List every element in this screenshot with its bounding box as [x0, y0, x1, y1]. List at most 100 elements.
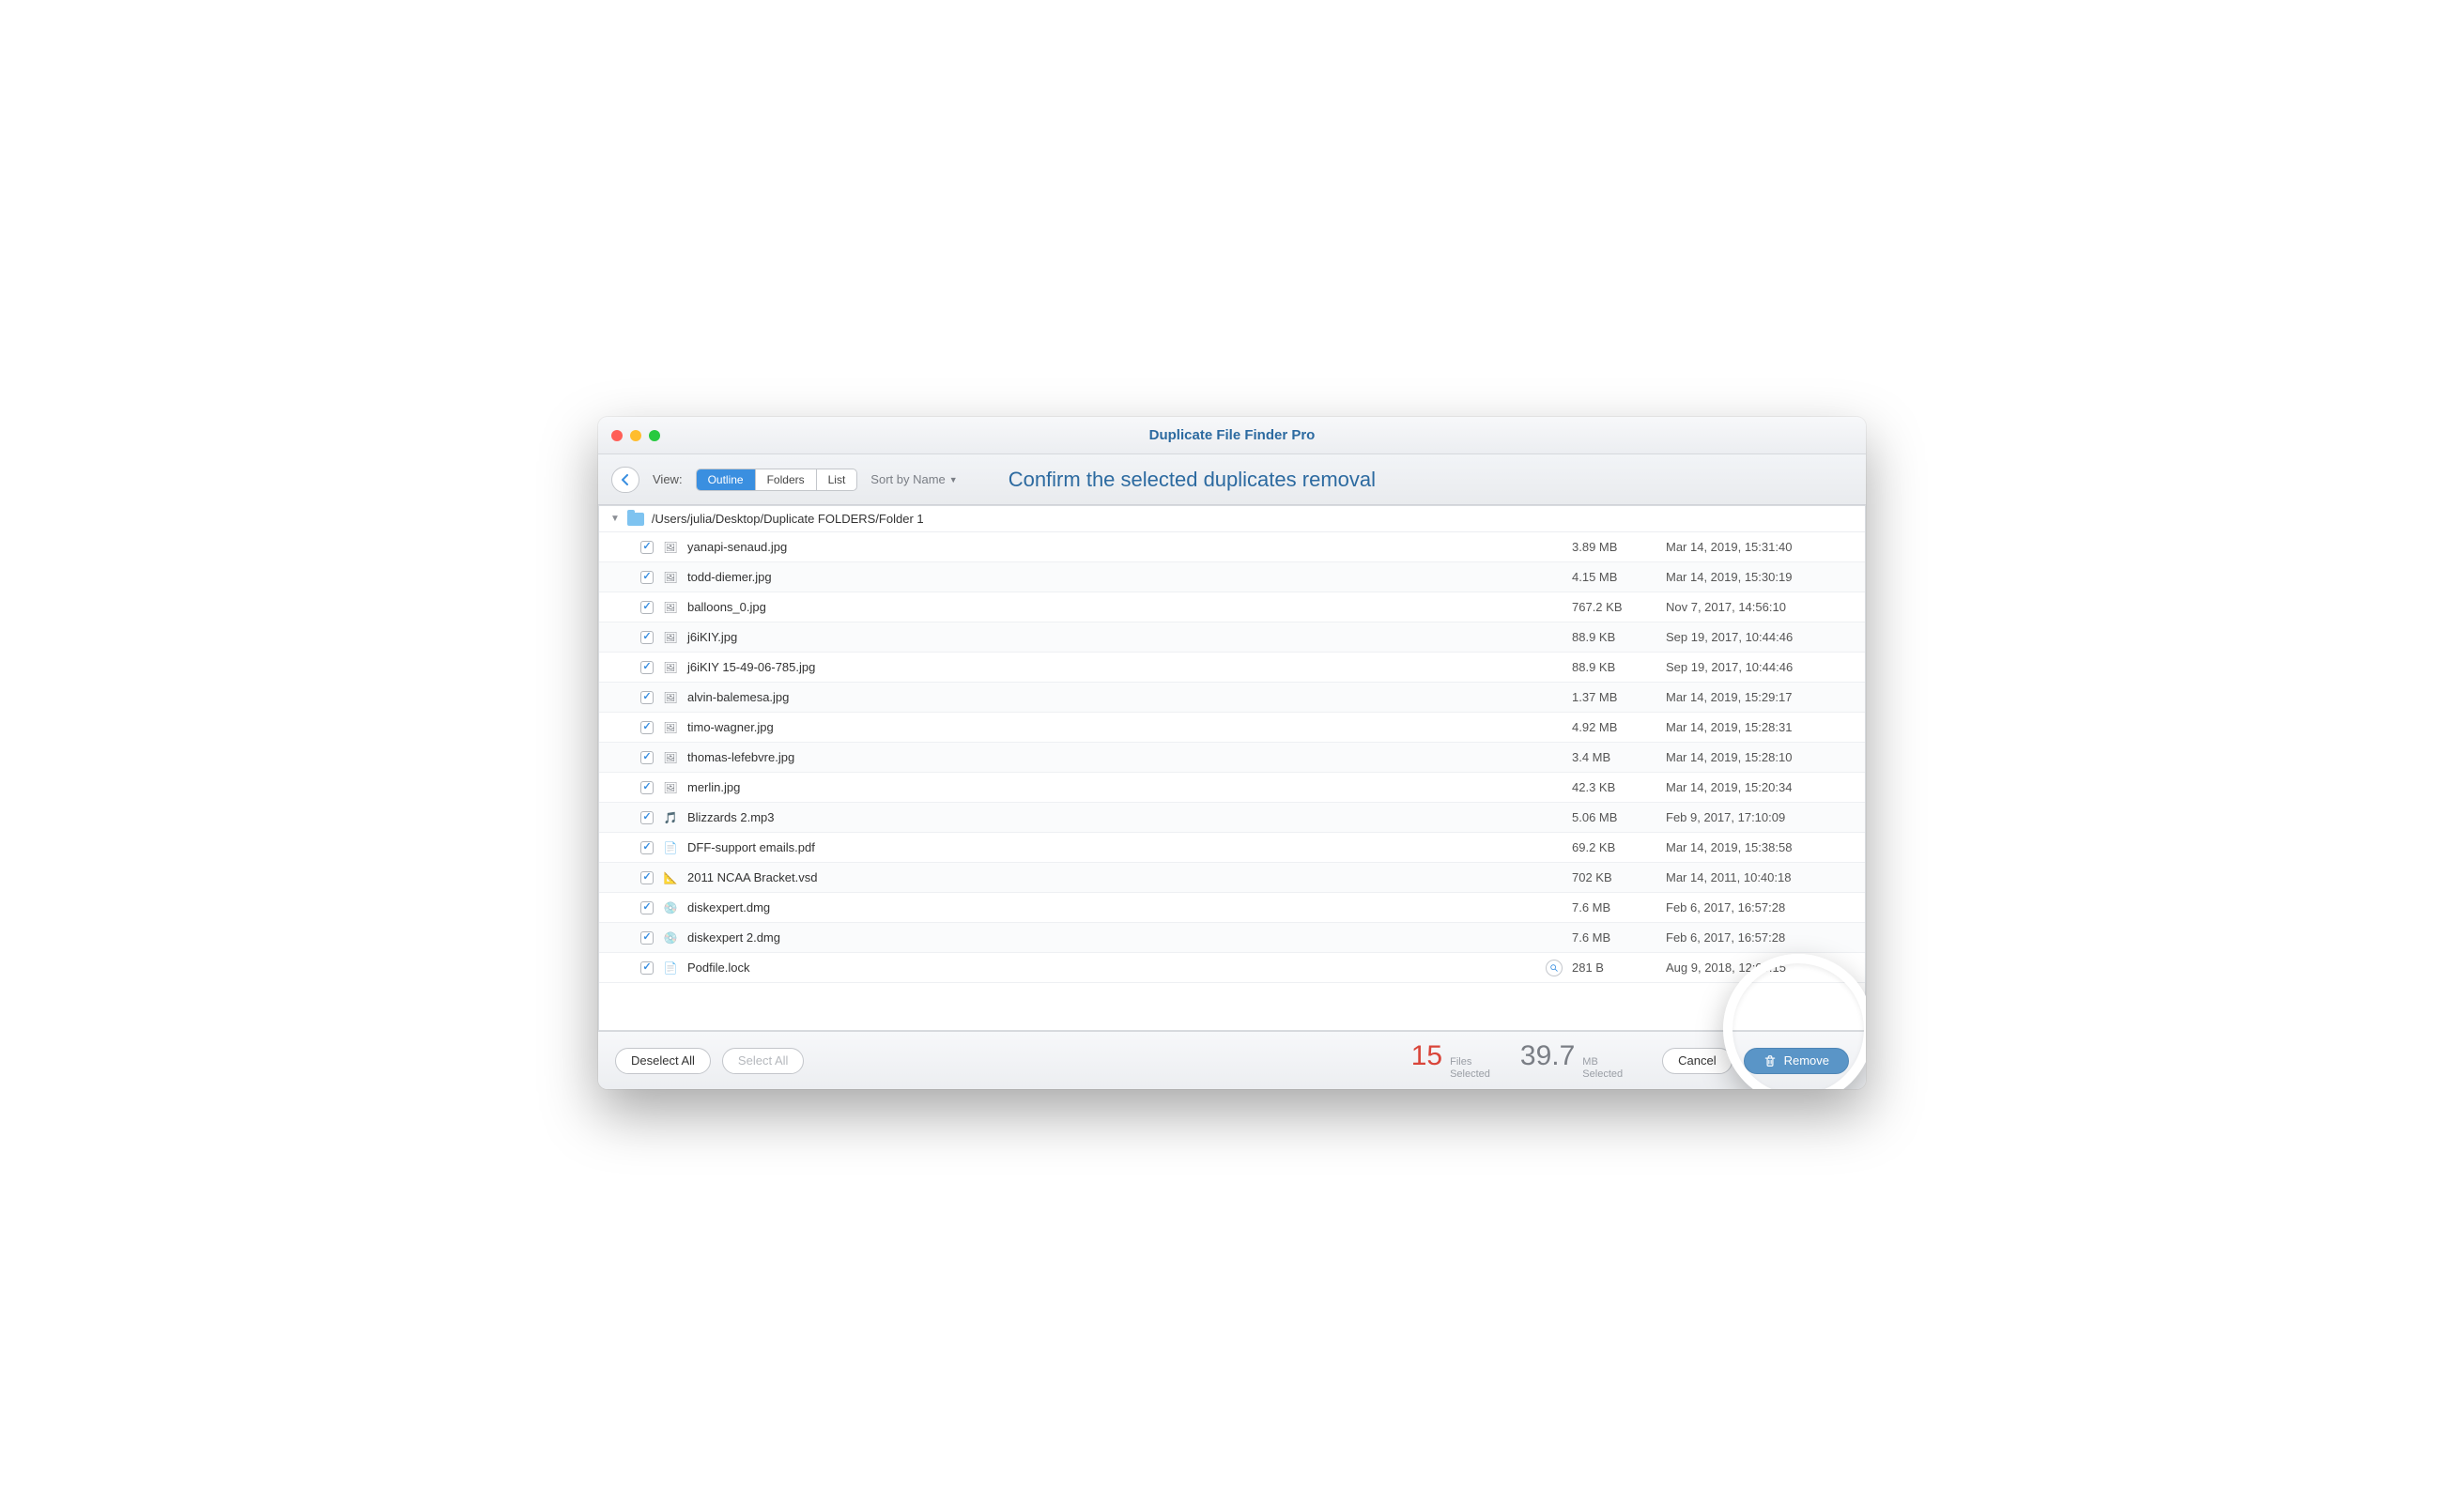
group-header[interactable]: ▼ /Users/julia/Desktop/Duplicate FOLDERS…: [599, 506, 1865, 532]
file-size: 767.2 KB: [1572, 600, 1656, 614]
files-selected-count: 15: [1411, 1040, 1442, 1072]
row-checkbox[interactable]: [640, 661, 654, 674]
toolbar: View: Outline Folders List Sort by Name …: [598, 454, 1866, 505]
image-file-icon: 🖼: [663, 540, 678, 555]
file-date: Mar 14, 2011, 10:40:18: [1666, 870, 1854, 884]
table-row[interactable]: 📄Podfile.lock281 BAug 9, 2018, 12:09:15: [599, 953, 1865, 983]
row-checkbox[interactable]: [640, 691, 654, 704]
file-name: timo-wagner.jpg: [687, 720, 1563, 734]
image-file-icon: 🖼: [663, 750, 678, 765]
table-row[interactable]: 🖼merlin.jpg42.3 KBMar 14, 2019, 15:20:34: [599, 773, 1865, 803]
row-checkbox[interactable]: [640, 571, 654, 584]
image-file-icon: 🖼: [663, 570, 678, 585]
row-checkbox[interactable]: [640, 541, 654, 554]
file-size: 69.2 KB: [1572, 840, 1656, 854]
file-size: 7.6 MB: [1572, 930, 1656, 945]
app-window: Duplicate File Finder Pro View: Outline …: [598, 417, 1866, 1089]
file-date: Nov 7, 2017, 14:56:10: [1666, 600, 1854, 614]
back-button[interactable]: [611, 467, 639, 493]
file-name: thomas-lefebvre.jpg: [687, 750, 1563, 764]
vsd-file-icon: 📐: [663, 870, 678, 885]
file-name: diskexpert 2.dmg: [687, 930, 1563, 945]
table-row[interactable]: 🖼j6iKIY.jpg88.9 KBSep 19, 2017, 10:44:46: [599, 622, 1865, 653]
file-size: 7.6 MB: [1572, 900, 1656, 914]
remove-button[interactable]: Remove: [1744, 1048, 1849, 1074]
view-label: View:: [653, 472, 683, 486]
image-file-icon: 🖼: [663, 780, 678, 795]
file-size: 3.4 MB: [1572, 750, 1656, 764]
image-file-icon: 🖼: [663, 660, 678, 675]
files-selected-stat: 15 FilesSelected: [1411, 1040, 1490, 1081]
row-checkbox[interactable]: [640, 961, 654, 975]
file-date: Mar 14, 2019, 15:30:19: [1666, 570, 1854, 584]
row-checkbox[interactable]: [640, 601, 654, 614]
cancel-button[interactable]: Cancel: [1662, 1048, 1732, 1074]
row-checkbox[interactable]: [640, 841, 654, 854]
table-row[interactable]: 🖼j6iKIY 15-49-06-785.jpg88.9 KBSep 19, 2…: [599, 653, 1865, 683]
table-row[interactable]: 📄DFF-support emails.pdf69.2 KBMar 14, 20…: [599, 833, 1865, 863]
disclosure-triangle-icon[interactable]: ▼: [610, 514, 620, 524]
row-checkbox[interactable]: [640, 931, 654, 945]
trash-icon: [1763, 1054, 1777, 1068]
select-all-button[interactable]: Select All: [722, 1048, 804, 1074]
file-name: diskexpert.dmg: [687, 900, 1563, 914]
file-name: yanapi-senaud.jpg: [687, 540, 1563, 554]
segment-list[interactable]: List: [817, 469, 857, 490]
image-file-icon: 🖼: [663, 630, 678, 645]
minimize-window-button[interactable]: [630, 430, 641, 441]
files-selected-label: FilesSelected: [1450, 1056, 1490, 1081]
image-file-icon: 🖼: [663, 690, 678, 705]
row-checkbox[interactable]: [640, 811, 654, 824]
table-row[interactable]: 🖼thomas-lefebvre.jpg3.4 MBMar 14, 2019, …: [599, 743, 1865, 773]
sort-dropdown[interactable]: Sort by Name ▼: [870, 472, 957, 486]
file-rows: 🖼 yanapi-senaud.jpg 3.89 MB Mar 14, 2019, 1…: [599, 532, 1865, 983]
segment-outline[interactable]: Outline: [697, 469, 756, 490]
file-name: merlin.jpg: [687, 780, 1563, 794]
chevron-left-icon: [621, 474, 630, 485]
table-row[interactable]: 🖼timo-wagner.jpg4.92 MBMar 14, 2019, 15:…: [599, 713, 1865, 743]
deselect-all-button[interactable]: Deselect All: [615, 1048, 711, 1074]
table-row[interactable]: 🖼todd-diemer.jpg4.15 MBMar 14, 2019, 15:…: [599, 562, 1865, 592]
table-row[interactable]: 🖼yanapi-senaud.jpg3.89 MBMar 14, 2019, 1…: [599, 532, 1865, 562]
file-name: todd-diemer.jpg: [687, 570, 1563, 584]
file-date: Sep 19, 2017, 10:44:46: [1666, 660, 1854, 674]
row-checkbox[interactable]: [640, 751, 654, 764]
file-date: Feb 6, 2017, 16:57:28: [1666, 900, 1854, 914]
close-window-button[interactable]: [611, 430, 623, 441]
file-date: Sep 19, 2017, 10:44:46: [1666, 630, 1854, 644]
file-size: 702 KB: [1572, 870, 1656, 884]
file-size: 42.3 KB: [1572, 780, 1656, 794]
row-checkbox[interactable]: [640, 901, 654, 914]
table-row[interactable]: 🖼alvin-balemesa.jpg1.37 MBMar 14, 2019, …: [599, 683, 1865, 713]
dmg-file-icon: 💿: [663, 930, 678, 945]
file-size: 281 B: [1572, 960, 1656, 975]
file-date: Mar 14, 2019, 15:28:31: [1666, 720, 1854, 734]
file-size: 88.9 KB: [1572, 660, 1656, 674]
size-selected-label: MBSelected: [1582, 1056, 1623, 1081]
table-row[interactable]: 🎵Blizzards 2.mp35.06 MBFeb 9, 2017, 17:1…: [599, 803, 1865, 833]
image-file-icon: 🖼: [663, 720, 678, 735]
page-subtitle: Confirm the selected duplicates removal: [1009, 468, 1376, 492]
row-checkbox[interactable]: [640, 631, 654, 644]
segment-folders[interactable]: Folders: [756, 469, 817, 490]
dmg-file-icon: 💿: [663, 900, 678, 915]
file-name: DFF-support emails.pdf: [687, 840, 1563, 854]
row-checkbox[interactable]: [640, 721, 654, 734]
file-date: Mar 14, 2019, 15:38:58: [1666, 840, 1854, 854]
quicklook-button[interactable]: [1546, 960, 1563, 976]
zoom-window-button[interactable]: [649, 430, 660, 441]
file-size: 1.37 MB: [1572, 690, 1656, 704]
file-date: Aug 9, 2018, 12:09:15: [1666, 960, 1854, 975]
table-row[interactable]: 🖼balloons_0.jpg767.2 KBNov 7, 2017, 14:5…: [599, 592, 1865, 622]
row-checkbox[interactable]: [640, 781, 654, 794]
traffic-lights: [598, 430, 660, 441]
row-checkbox[interactable]: [640, 871, 654, 884]
table-row[interactable]: 💿diskexpert 2.dmg7.6 MBFeb 6, 2017, 16:5…: [599, 923, 1865, 953]
file-size: 3.89 MB: [1572, 540, 1656, 554]
group-path: /Users/julia/Desktop/Duplicate FOLDERS/F…: [652, 512, 924, 526]
file-name: Blizzards 2.mp3: [687, 810, 1563, 824]
view-segmented-control: Outline Folders List: [696, 469, 858, 491]
table-row[interactable]: 📐2011 NCAA Bracket.vsd702 KBMar 14, 2011…: [599, 863, 1865, 893]
table-row[interactable]: 💿 diskexpert.dmg 7.6 MB Feb 6, 2017, 16:57:…: [599, 893, 1865, 923]
blank-file-icon: 📄: [663, 960, 678, 976]
